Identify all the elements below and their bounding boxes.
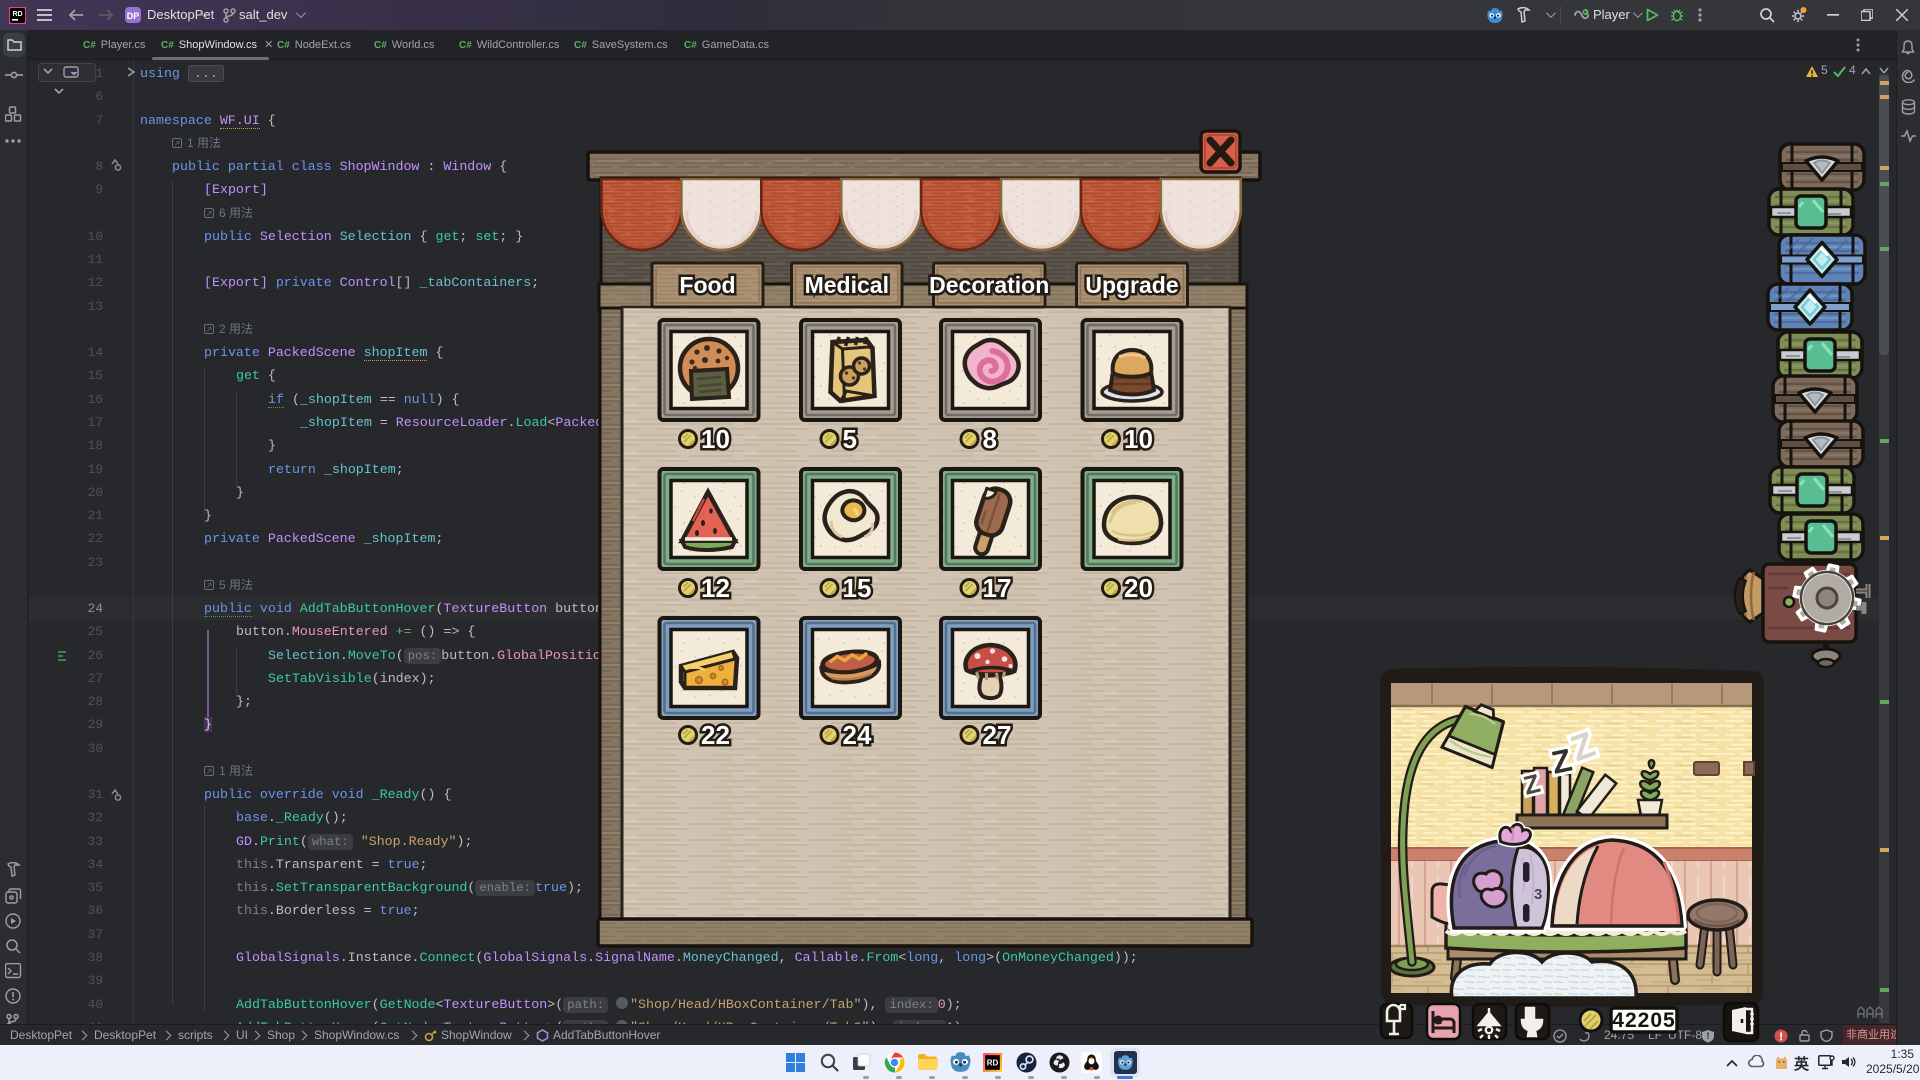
svg-text:17: 17 [983,573,1012,603]
svg-text:15: 15 [843,573,872,603]
svg-text:22: 22 [701,720,730,750]
svg-text:42205: 42205 [1612,1009,1675,1032]
svg-text:8: 8 [983,424,997,454]
svg-text:10: 10 [1124,424,1153,454]
svg-text:5: 5 [843,424,857,454]
svg-text:DP: DP [127,11,140,21]
svg-text:Medical: Medical [805,272,889,298]
svg-text:Upgrade: Upgrade [1085,272,1178,298]
svg-text:RD: RD [987,1059,999,1068]
svg-text:20: 20 [1124,573,1153,603]
svg-text:3: 3 [1534,886,1542,903]
svg-text:27: 27 [983,720,1012,750]
svg-text:RD: RD [12,11,22,18]
svg-text:Decoration: Decoration [929,272,1049,298]
svg-text:24: 24 [843,720,872,750]
svg-text:Food: Food [679,272,735,298]
svg-text:12: 12 [701,573,730,603]
svg-text:10: 10 [701,424,730,454]
